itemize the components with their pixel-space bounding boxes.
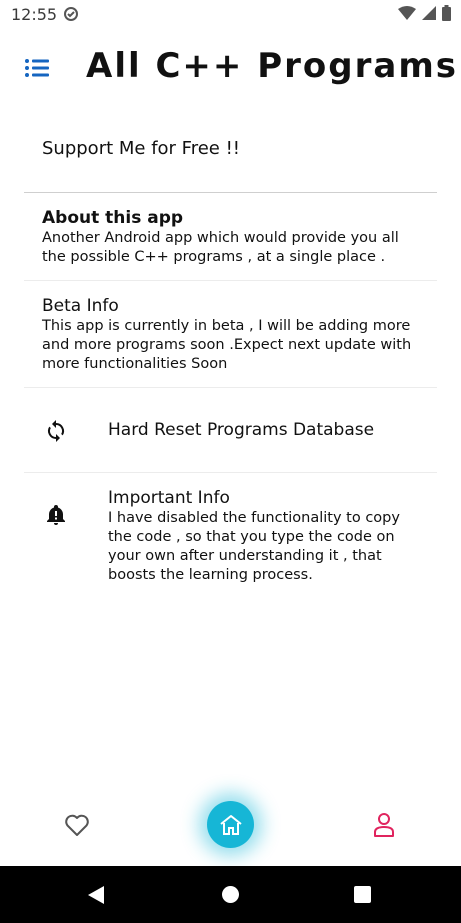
system-nav-bar bbox=[0, 866, 461, 923]
sync-icon bbox=[47, 420, 65, 442]
divider bbox=[24, 280, 437, 281]
recent-apps-icon[interactable] bbox=[354, 886, 371, 903]
battery-icon bbox=[442, 5, 451, 21]
important-line: boosts the learning process. bbox=[108, 567, 313, 583]
important-line: I have disabled the functionality to cop… bbox=[108, 510, 400, 526]
alert-bell-icon bbox=[47, 505, 65, 525]
hard-reset-label: Hard Reset Programs Database bbox=[108, 420, 375, 440]
important-line: the code , so that you type the code on bbox=[108, 529, 395, 545]
about-section: About this app Another Android app which… bbox=[42, 207, 422, 267]
divider bbox=[24, 192, 437, 193]
important-info-row: Important Info I have disabled the funct… bbox=[0, 473, 461, 593]
support-button[interactable]: Support Me for Free !! bbox=[42, 138, 240, 159]
status-bar: 12:55 bbox=[0, 0, 461, 28]
bottom-nav bbox=[0, 800, 461, 866]
home-circle-icon[interactable] bbox=[222, 886, 239, 903]
important-line: your own after understanding it , that bbox=[108, 548, 382, 564]
sync-status-icon bbox=[64, 7, 78, 21]
wifi-icon bbox=[398, 6, 416, 20]
profile-icon[interactable] bbox=[372, 812, 396, 838]
app-header: All C++ Programs bbox=[0, 28, 461, 108]
about-line: Another Android app which would provide … bbox=[42, 230, 399, 246]
beta-title: Beta Info bbox=[42, 296, 119, 316]
page-title: All C++ Programs bbox=[86, 46, 458, 86]
beta-line: more functionalities Soon bbox=[42, 356, 228, 372]
about-title: About this app bbox=[42, 208, 184, 228]
home-button[interactable] bbox=[207, 801, 254, 848]
list-menu-icon[interactable] bbox=[24, 57, 50, 79]
back-icon[interactable] bbox=[87, 885, 105, 905]
important-info-content: Important Info I have disabled the funct… bbox=[108, 487, 428, 585]
beta-section: Beta Info This app is currently in beta … bbox=[42, 295, 422, 374]
signal-icon bbox=[422, 6, 436, 20]
beta-line: This app is currently in beta , I will b… bbox=[42, 318, 411, 334]
about-line: the possible C++ programs , at a single … bbox=[42, 249, 386, 265]
hard-reset-row[interactable]: Hard Reset Programs Database bbox=[0, 388, 461, 472]
beta-line: and more programs soon .Expect next upda… bbox=[42, 337, 412, 353]
status-icons bbox=[398, 5, 451, 21]
home-icon bbox=[219, 814, 242, 835]
heart-icon[interactable] bbox=[64, 813, 90, 837]
important-title: Important Info bbox=[108, 488, 230, 508]
status-time: 12:55 bbox=[11, 5, 58, 24]
